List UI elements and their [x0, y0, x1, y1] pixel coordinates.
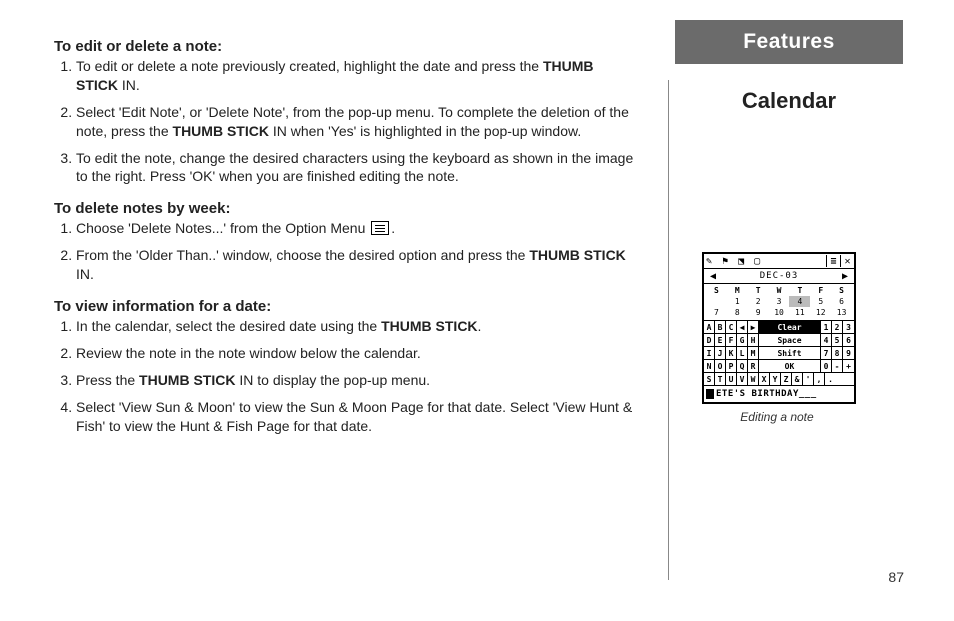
day-cell: 12 [810, 307, 831, 318]
device-note-field: ETE'S BIRTHDAY___ [704, 386, 854, 402]
day-cell [706, 296, 727, 307]
list-item: Review the note in the note window below… [76, 344, 634, 363]
close-icon: ✕ [840, 255, 854, 267]
list-delete-week: Choose 'Delete Notes...' from the Option… [54, 219, 634, 284]
month-label: DEC-03 [760, 271, 799, 281]
day-header: S [706, 285, 727, 296]
thumbstick-label: THUMB STICK [139, 372, 235, 388]
features-tab: Features [675, 20, 903, 64]
next-month-icon: ▶ [842, 271, 848, 282]
list-item: Select 'View Sun & Moon' to view the Sun… [76, 398, 634, 436]
day-cell-selected: 4 [789, 296, 810, 307]
vertical-divider [668, 80, 669, 580]
space-key: Space [759, 334, 821, 346]
device-keyboard: A B C ◀ ▶ Clear 1 2 3 D E F G H Space [704, 321, 854, 386]
menu-icon: ≡ [826, 255, 840, 267]
day-cell: 8 [727, 307, 748, 318]
sidebar: Features Calendar [675, 20, 915, 114]
thumbstick-label: THUMB STICK [381, 318, 477, 334]
day-cell: 3 [769, 296, 790, 307]
day-header: S [831, 285, 852, 296]
list-item: From the 'Older Than..' window, choose t… [76, 246, 634, 284]
device-screenshot: ✎ ⚑ ⬔ ▢ ≡ ✕ ◀ DEC-03 ▶ S M T W T F [702, 252, 860, 424]
thumbstick-label: THUMB STICK [173, 123, 269, 139]
list-item: To edit or delete a note previously crea… [76, 57, 634, 95]
list-view-date: In the calendar, select the desired date… [54, 317, 634, 435]
section-title-edit-delete: To edit or delete a note: [54, 38, 634, 55]
device-month-selector: ◀ DEC-03 ▶ [704, 269, 854, 284]
day-cell: 2 [748, 296, 769, 307]
device-titlebar: ✎ ⚑ ⬔ ▢ ≡ ✕ [704, 254, 854, 269]
device-caption: Editing a note [702, 410, 852, 424]
day-cell: 11 [789, 307, 810, 318]
calendar-title: Calendar [675, 88, 903, 114]
text-cursor-icon [706, 389, 714, 399]
list-item: Press the THUMB STICK IN to display the … [76, 371, 634, 390]
list-item: In the calendar, select the desired date… [76, 317, 634, 336]
manual-content: To edit or delete a note: To edit or del… [54, 38, 634, 449]
prev-month-icon: ◀ [710, 271, 716, 282]
page-number: 87 [888, 569, 904, 585]
list-item: Choose 'Delete Notes...' from the Option… [76, 219, 634, 238]
clear-key: Clear [759, 321, 821, 333]
titlebar-left-icons: ✎ ⚑ ⬔ ▢ [704, 256, 826, 267]
day-cell: 10 [769, 307, 790, 318]
day-cell: 13 [831, 307, 852, 318]
day-header: W [769, 285, 790, 296]
day-header: T [789, 285, 810, 296]
section-title-delete-week: To delete notes by week: [54, 200, 634, 217]
list-item: To edit the note, change the desired cha… [76, 149, 634, 187]
thumbstick-label: THUMB STICK [529, 247, 625, 263]
list-edit-delete: To edit or delete a note previously crea… [54, 57, 634, 186]
note-text: ETE'S BIRTHDAY___ [716, 389, 817, 399]
day-cell: 7 [706, 307, 727, 318]
day-cell: 1 [727, 296, 748, 307]
day-cell: 5 [810, 296, 831, 307]
day-cell: 9 [748, 307, 769, 318]
ok-key: OK [759, 360, 821, 372]
shift-key: Shift [759, 347, 821, 359]
device-calendar-grid: S M T W T F S 1 2 3 4 5 6 [704, 284, 854, 321]
list-item: Select 'Edit Note', or 'Delete Note', fr… [76, 103, 634, 141]
option-menu-icon [371, 221, 389, 235]
day-header: F [810, 285, 831, 296]
section-title-view-date: To view information for a date: [54, 298, 634, 315]
day-cell: 6 [831, 296, 852, 307]
day-header: M [727, 285, 748, 296]
day-header: T [748, 285, 769, 296]
